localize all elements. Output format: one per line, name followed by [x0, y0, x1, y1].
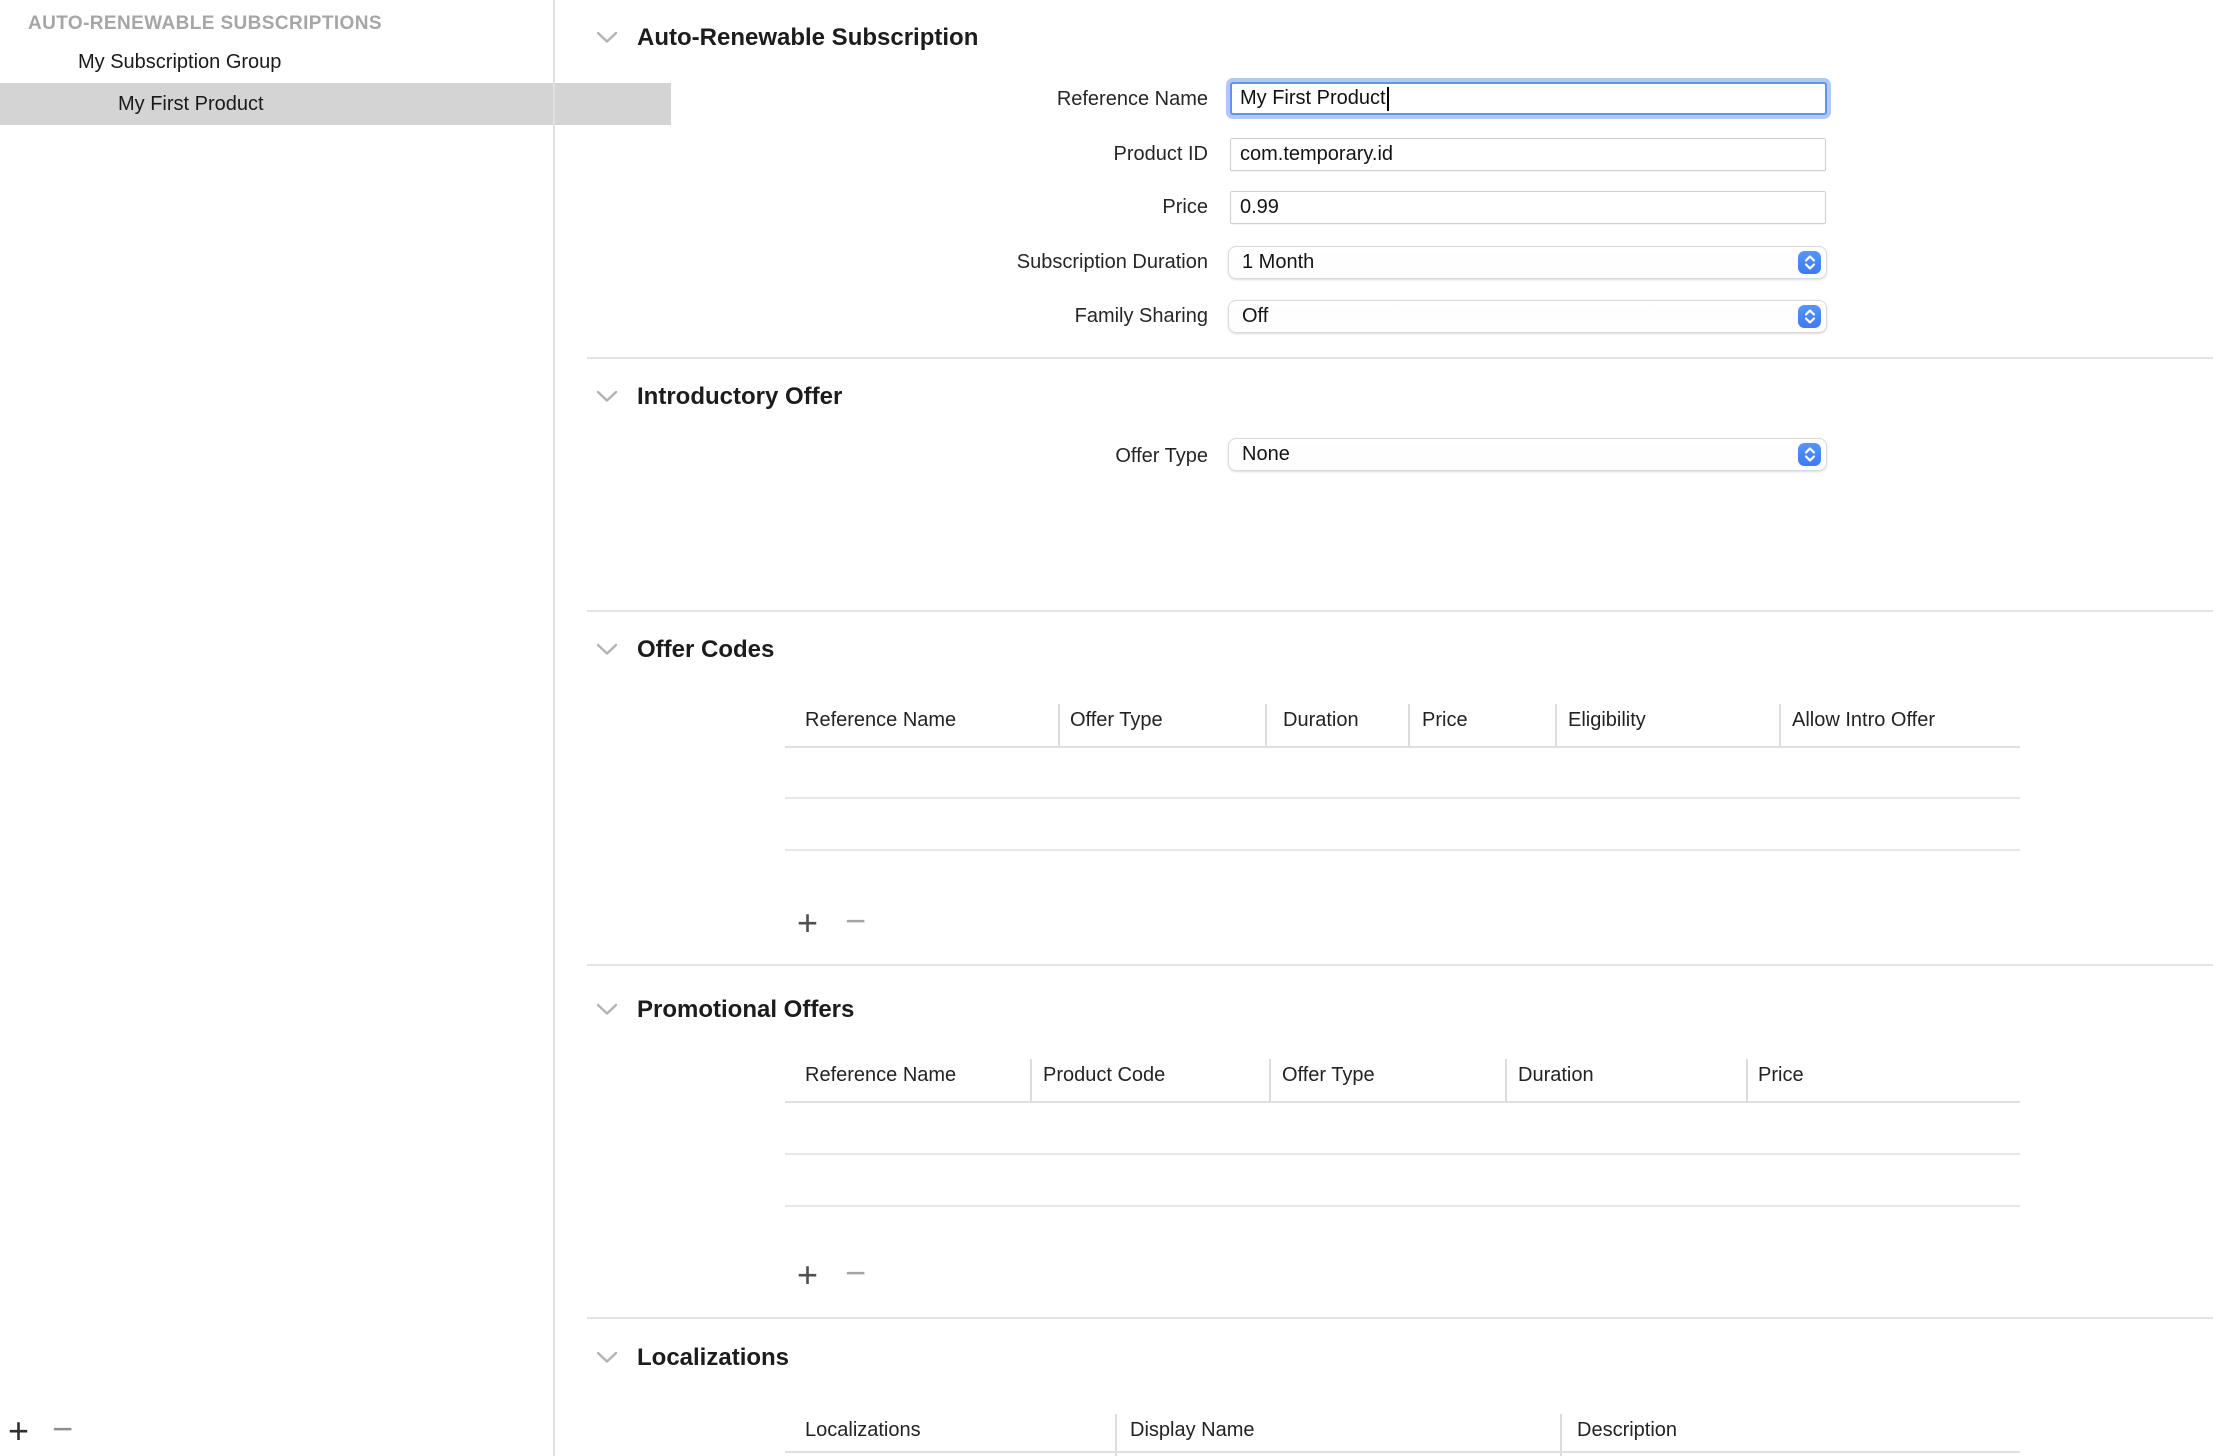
- sidebar-item-label: My Subscription Group: [78, 51, 281, 74]
- chevron-down-icon[interactable]: [596, 1003, 618, 1016]
- promo-col-price: Price: [1758, 1061, 1804, 1089]
- table-header-underline: [785, 1101, 2020, 1103]
- table-row-divider: [785, 1205, 2020, 1207]
- chevron-down-icon[interactable]: [596, 1351, 618, 1364]
- promo-col-duration: Duration: [1518, 1061, 1594, 1089]
- offer-codes-col-eligibility: Eligibility: [1568, 706, 1646, 734]
- section-separator: [587, 357, 2213, 359]
- offer-codes-col-allow-intro-offer: Allow Intro Offer: [1792, 706, 1935, 734]
- offer-type-label: Offer Type: [560, 442, 1208, 470]
- promo-add-button[interactable]: +: [797, 1260, 818, 1290]
- product-id-field[interactable]: [1230, 138, 1826, 171]
- promo-col-product-code: Product Code: [1043, 1061, 1165, 1089]
- offer-codes-col-offer-type: Offer Type: [1070, 706, 1163, 734]
- chevron-down-icon[interactable]: [596, 643, 618, 656]
- subscription-duration-popup[interactable]: 1 Month: [1228, 246, 1827, 279]
- offer-type-value: None: [1242, 443, 1290, 466]
- column-divider: [1058, 704, 1060, 746]
- promo-col-offer-type: Offer Type: [1282, 1061, 1375, 1089]
- column-divider: [1030, 1059, 1032, 1101]
- offer-codes-add-button[interactable]: +: [797, 908, 818, 938]
- table-row-divider: [785, 1153, 2020, 1155]
- table-header-underline: [785, 746, 2020, 748]
- offer-codes-col-reference-name: Reference Name: [805, 706, 956, 734]
- column-divider: [1265, 704, 1267, 746]
- sidebar-divider: [553, 0, 555, 1456]
- product-id-label: Product ID: [560, 140, 1208, 168]
- column-divider: [1115, 1414, 1117, 1456]
- localizations-col-display-name: Display Name: [1130, 1416, 1254, 1444]
- reference-name-label: Reference Name: [560, 85, 1208, 113]
- sidebar-group-header: AUTO-RENEWABLE SUBSCRIPTIONS: [28, 13, 382, 35]
- offer-codes-col-price: Price: [1422, 706, 1468, 734]
- section-title-introductory-offer: Introductory Offer: [637, 383, 842, 411]
- storekit-config-window: AUTO-RENEWABLE SUBSCRIPTIONS My Subscrip…: [0, 0, 2226, 1456]
- section-separator: [587, 610, 2213, 612]
- popup-stepper-icon: [1798, 443, 1821, 466]
- popup-stepper-icon: [1798, 305, 1821, 328]
- column-divider: [1779, 704, 1781, 746]
- reference-name-value: My First Product: [1240, 87, 1386, 110]
- offer-type-popup[interactable]: None: [1228, 438, 1827, 471]
- table-row-divider: [785, 797, 2020, 799]
- chevron-down-icon[interactable]: [596, 390, 618, 403]
- chevron-down-icon[interactable]: [596, 31, 618, 44]
- reference-name-field[interactable]: My First Product: [1230, 82, 1827, 115]
- column-divider: [1555, 704, 1557, 746]
- section-title-offer-codes: Offer Codes: [637, 636, 774, 664]
- section-title-localizations: Localizations: [637, 1344, 789, 1372]
- section-separator: [587, 964, 2213, 966]
- sidebar: AUTO-RENEWABLE SUBSCRIPTIONS My Subscrip…: [0, 0, 553, 1456]
- sidebar-item-label: My First Product: [118, 93, 264, 116]
- localizations-col-localizations: Localizations: [805, 1416, 921, 1444]
- column-divider: [1269, 1059, 1271, 1101]
- localizations-col-description: Description: [1577, 1416, 1677, 1444]
- sidebar-remove-button[interactable]: −: [52, 1414, 73, 1444]
- section-title-promotional-offers: Promotional Offers: [637, 996, 854, 1024]
- subscription-duration-value: 1 Month: [1242, 251, 1314, 274]
- section-title-auto-renewable-subscription: Auto-Renewable Subscription: [637, 24, 978, 52]
- price-field[interactable]: [1230, 191, 1826, 224]
- table-row-divider: [785, 849, 2020, 851]
- price-label: Price: [560, 193, 1208, 221]
- family-sharing-value: Off: [1242, 305, 1268, 328]
- table-header-underline: [785, 1451, 2020, 1453]
- popup-stepper-icon: [1798, 251, 1821, 274]
- subscription-duration-label: Subscription Duration: [560, 248, 1208, 276]
- offer-codes-remove-button[interactable]: −: [845, 906, 866, 936]
- column-divider: [1560, 1414, 1562, 1456]
- sidebar-add-button[interactable]: +: [8, 1416, 29, 1446]
- column-divider: [1408, 704, 1410, 746]
- column-divider: [1505, 1059, 1507, 1101]
- column-divider: [1746, 1059, 1748, 1101]
- section-separator: [587, 1317, 2213, 1319]
- promo-remove-button[interactable]: −: [845, 1258, 866, 1288]
- text-caret: [1387, 87, 1389, 111]
- sidebar-item-subscription-group[interactable]: My Subscription Group: [0, 41, 631, 83]
- family-sharing-label: Family Sharing: [560, 302, 1208, 330]
- family-sharing-popup[interactable]: Off: [1228, 300, 1827, 333]
- promo-col-reference-name: Reference Name: [805, 1061, 956, 1089]
- offer-codes-col-duration: Duration: [1283, 706, 1359, 734]
